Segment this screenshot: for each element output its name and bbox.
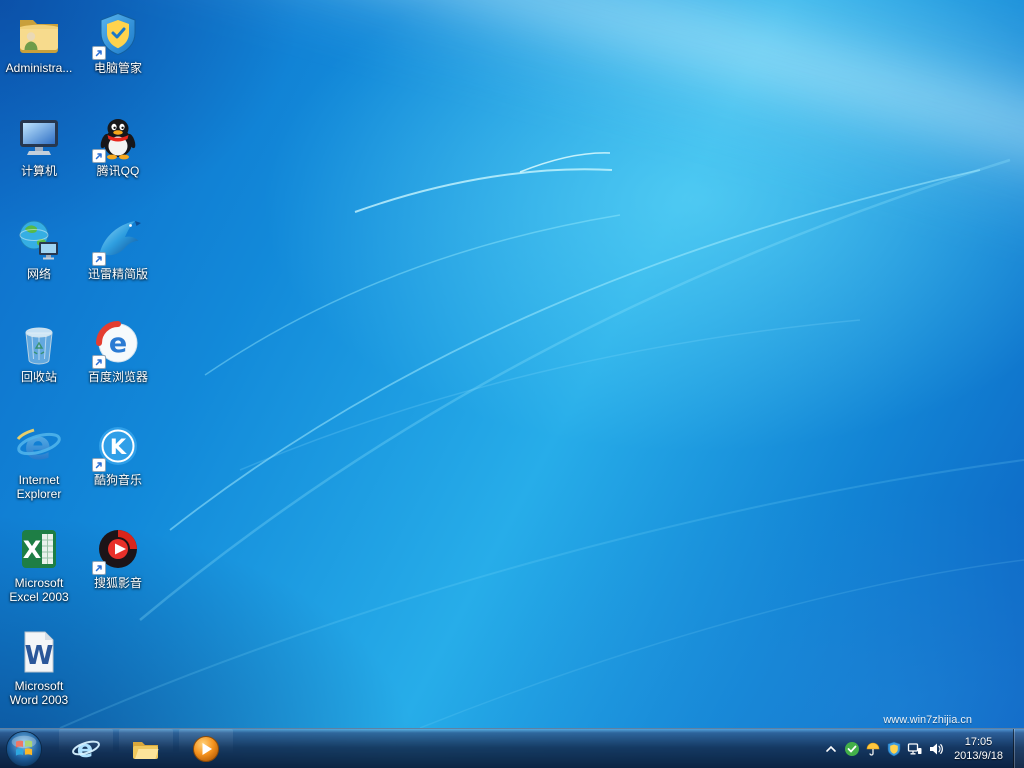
wallpaper-light-beam — [109, 0, 1024, 344]
svg-text:X: X — [23, 536, 42, 564]
desktop-icon-thunder[interactable]: 迅雷精简版 — [79, 210, 157, 313]
svg-text:W: W — [25, 641, 54, 671]
network-globe-icon — [15, 216, 63, 264]
desktop-icon-internet-explorer[interactable]: e Internet Explorer — [0, 416, 78, 519]
taskbar-wmp-button[interactable] — [179, 729, 233, 768]
tray-antivirus-button[interactable] — [862, 729, 883, 768]
wallpaper-light-beam — [266, 0, 1024, 293]
desktop-icon-label: Microsoft Word 2003 — [1, 679, 77, 707]
explorer-folder-icon — [131, 734, 161, 764]
volume-icon — [928, 741, 944, 757]
umbrella-icon — [865, 741, 881, 757]
qq-penguin-icon — [94, 113, 142, 161]
excel-icon: X — [15, 525, 63, 573]
desktop-icon-kugou[interactable]: K 酷狗音乐 — [79, 416, 157, 519]
tray-hidden-icons-button[interactable] — [820, 729, 841, 768]
kugou-music-icon: K — [94, 422, 142, 470]
shortcut-arrow-icon — [92, 355, 106, 369]
chevron-up-icon — [823, 741, 839, 757]
svg-text:K: K — [110, 435, 127, 459]
word-icon: W — [15, 628, 63, 676]
desktop-icon-label: 搜狐影音 — [94, 576, 142, 590]
desktop-icon-label: 回收站 — [21, 370, 57, 384]
computer-icon — [15, 113, 63, 161]
pc-manager-shield-icon — [94, 10, 142, 58]
desktop-icon-computer[interactable]: 计算机 — [0, 107, 78, 210]
desktop-icon-column-2: 电脑管家 腾讯QQ — [79, 4, 157, 622]
tray-network-button[interactable] — [904, 729, 925, 768]
start-button[interactable] — [0, 729, 48, 768]
desktop-icon-label: 计算机 — [21, 164, 57, 178]
windows-logo-icon — [5, 730, 43, 768]
desktop-icon-label: 酷狗音乐 — [94, 473, 142, 487]
shortcut-arrow-icon — [92, 252, 106, 266]
clock-time: 17:05 — [954, 735, 1003, 749]
desktop-icon-label: Microsoft Excel 2003 — [1, 576, 77, 604]
network-icon — [907, 741, 923, 757]
desktop-icon-baidu-browser[interactable]: e 百度浏览器 — [79, 313, 157, 416]
media-player-icon — [191, 734, 221, 764]
svg-text:e: e — [109, 328, 127, 359]
desktop-icon-label: 腾讯QQ — [97, 164, 140, 178]
desktop-icon-administrator[interactable]: Administra... — [0, 4, 78, 107]
desktop-icon-label: Administra... — [6, 61, 73, 75]
wallpaper-watermark: www.win7zhijia.cn — [883, 714, 972, 726]
desktop-icon-label: 网络 — [27, 267, 51, 281]
tray-volume-button[interactable] — [925, 729, 946, 768]
svg-text:e: e — [77, 735, 93, 763]
system-tray: 17:05 2013/9/18 — [820, 729, 1024, 768]
taskbar-explorer-button[interactable] — [119, 729, 173, 768]
desktop-icon-label: Internet Explorer — [1, 473, 77, 501]
tray-pc-manager-button[interactable] — [883, 729, 904, 768]
shortcut-arrow-icon — [92, 458, 106, 472]
tray-clock[interactable]: 17:05 2013/9/18 — [946, 735, 1013, 763]
desktop-icon-network[interactable]: 网络 — [0, 210, 78, 313]
desktop-icon-label: 迅雷精简版 — [88, 267, 148, 281]
recycle-bin-icon — [15, 319, 63, 367]
shortcut-arrow-icon — [92, 46, 106, 60]
desktop-icon-pc-manager[interactable]: 电脑管家 — [79, 4, 157, 107]
desktop-icon-column-1: Administra... 计算机 — [0, 4, 78, 725]
shortcut-arrow-icon — [92, 561, 106, 575]
mini-shield-icon — [886, 741, 902, 757]
desktop-icon-recycle-bin[interactable]: 回收站 — [0, 313, 78, 416]
taskbar-app-buttons: e — [56, 729, 236, 768]
internet-explorer-icon: e — [71, 734, 101, 764]
desktop-icon-excel[interactable]: X Microsoft Excel 2003 — [0, 519, 78, 622]
user-folder-icon — [15, 10, 63, 58]
desktop-icon-sohu-video[interactable]: 搜狐影音 — [79, 519, 157, 622]
tray-security-button[interactable] — [841, 729, 862, 768]
internet-explorer-icon: e — [15, 422, 63, 470]
desktop-icon-qq[interactable]: 腾讯QQ — [79, 107, 157, 210]
taskbar: e — [0, 728, 1024, 768]
taskbar-ie-button[interactable]: e — [59, 729, 113, 768]
show-desktop-button[interactable] — [1013, 729, 1024, 768]
desktop-icon-label: 百度浏览器 — [88, 370, 148, 384]
thunder-bird-icon — [94, 216, 142, 264]
baidu-browser-icon: e — [94, 319, 142, 367]
clock-date: 2013/9/18 — [954, 749, 1003, 763]
desktop-icon-word[interactable]: W Microsoft Word 2003 — [0, 622, 78, 725]
sohu-video-icon — [94, 525, 142, 573]
desktop-icon-label: 电脑管家 — [94, 61, 142, 75]
svg-text:e: e — [24, 423, 51, 469]
shortcut-arrow-icon — [92, 149, 106, 163]
security-check-icon — [844, 741, 860, 757]
